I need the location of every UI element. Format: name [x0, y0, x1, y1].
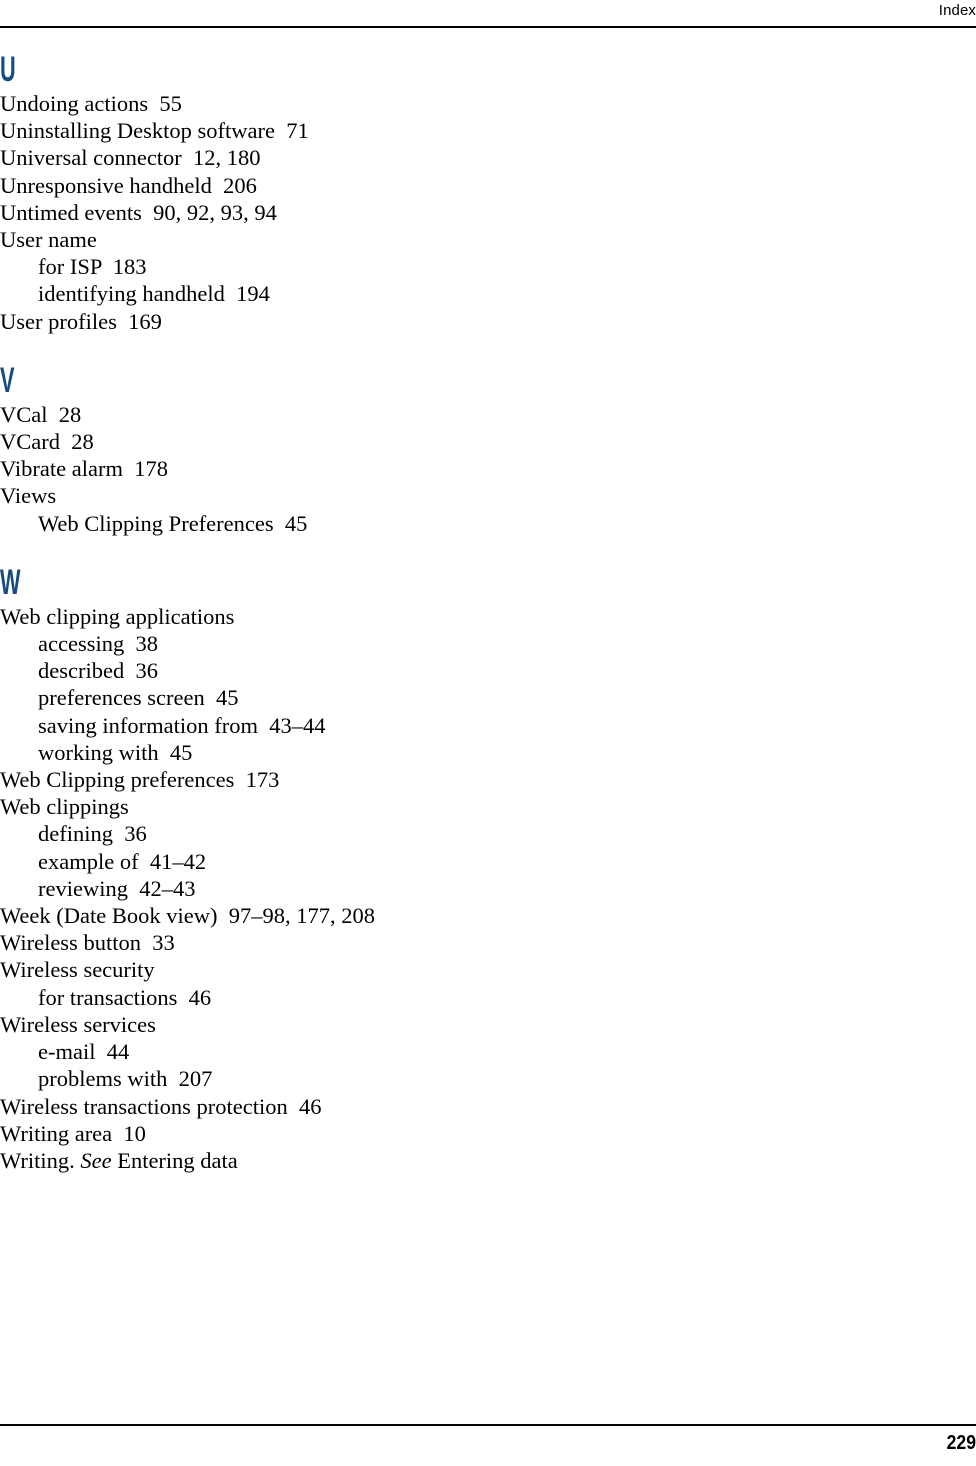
index-subentry: for ISP 183 [38, 254, 147, 280]
index-subentry: working with 45 [38, 739, 193, 765]
index-entry-list: Web clipping applications accessing 38 des… [0, 603, 860, 1174]
index-letter-heading: V [0, 360, 15, 400]
index-letter-heading: U [0, 50, 16, 89]
index-entry: Wireless transactions protection 46 [0, 1093, 322, 1119]
index-subentry: e-mail 44 [38, 1039, 130, 1065]
index-entry: Universal connector 12, 180 [0, 145, 261, 171]
index-entry: Writing. See Entering data [0, 1147, 860, 1174]
index-subentry: defining 36 [38, 821, 147, 847]
index-subentry: reviewing 42–43 [38, 875, 196, 901]
index-entry: Uninstalling Desktop software 71 [0, 118, 309, 144]
header-rule [0, 26, 976, 28]
index-entry: User name [0, 227, 97, 253]
index-subentry: preferences screen 45 [38, 685, 239, 711]
index-entry: Views [0, 483, 57, 509]
index-page: Index U Undoing actions 55 Uninstalling De… [0, 0, 976, 1466]
index-section: V VCal 28 VCard 28 Vibrate alarm 178 Views We… [0, 360, 860, 537]
index-entry: Undoing actions 55 [0, 91, 182, 116]
index-subentry: identifying handheld 194 [38, 281, 270, 307]
index-entry-list: Undoing actions 55 Uninstalling Desktop s… [0, 90, 860, 335]
index-entry: Unresponsive handheld 206 [0, 172, 257, 198]
index-section: U Undoing actions 55 Uninstalling Desktop … [0, 52, 860, 335]
index-entry-text: Writing. [0, 1147, 81, 1173]
index-entry: Wireless services [0, 1011, 156, 1037]
index-entry: Web clipping applications [0, 603, 235, 629]
cross-reference-target: Entering data [111, 1147, 238, 1173]
index-entry-list: VCal 28 VCard 28 Vibrate alarm 178 Views Web… [0, 401, 860, 537]
page-number: 229 [946, 1432, 976, 1454]
index-section: W Web clipping applications accessing 38 de… [0, 562, 860, 1174]
index-entry: Web clippings [0, 794, 129, 820]
index-letter-heading: W [0, 562, 21, 602]
index-subentry: problems with 207 [38, 1066, 213, 1092]
index-subentry: example of 41–42 [38, 848, 207, 874]
index-subentry: accessing 38 [38, 631, 158, 657]
index-subentry: saving information from 43–44 [38, 712, 326, 738]
index-entry: Wireless security [0, 957, 155, 983]
index-entry: Week (Date Book view) 97–98, 177, 208 [0, 903, 375, 929]
running-head: Index [938, 2, 976, 19]
cross-reference-see: See [80, 1147, 112, 1173]
index-subentry: Web Clipping Preferences 45 [38, 510, 308, 536]
index-entry: Writing area 10 [0, 1120, 146, 1146]
index-entry: Untimed events 90, 92, 93, 94 [0, 199, 277, 225]
index-entry: VCard 28 [0, 429, 94, 455]
footer-rule [0, 1424, 976, 1426]
index-entry: Wireless button 33 [0, 930, 175, 956]
index-entry: User profiles 169 [0, 308, 162, 334]
index-subentry: for transactions 46 [38, 984, 212, 1010]
index-entry: Vibrate alarm 178 [0, 456, 168, 482]
index-subentry: described 36 [38, 658, 158, 684]
index-entry: VCal 28 [0, 401, 82, 427]
index-content: U Undoing actions 55 Uninstalling Desktop … [0, 52, 860, 1174]
index-entry: Web Clipping preferences 173 [0, 767, 280, 793]
